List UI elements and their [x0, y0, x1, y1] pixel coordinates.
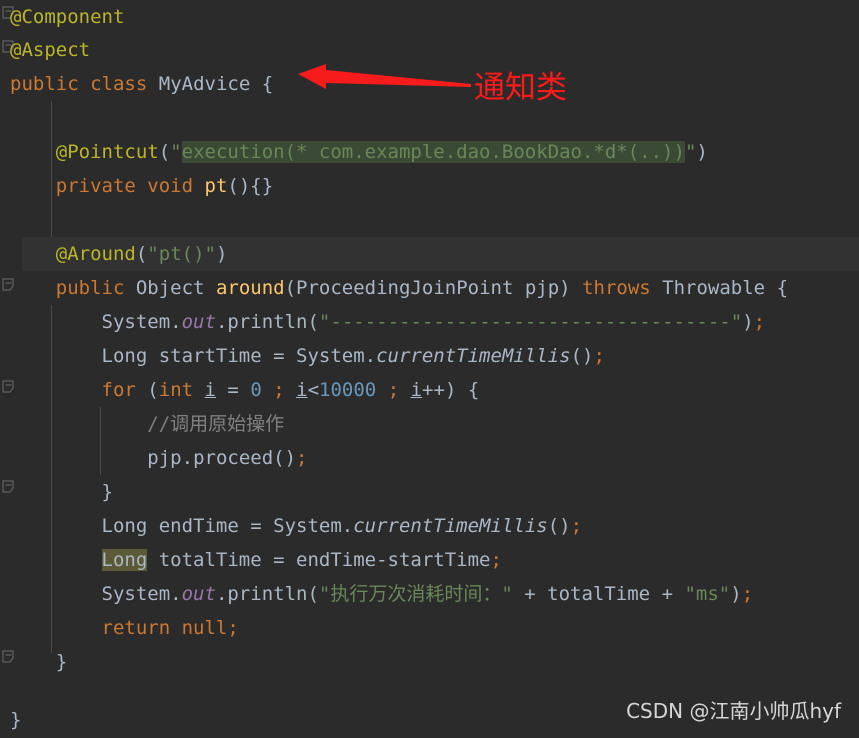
- token-class-system-2: System: [296, 345, 365, 367]
- code-content[interactable]: @Component @Aspect public class MyAdvice…: [0, 0, 859, 738]
- token-num-zero: 0: [250, 379, 262, 401]
- token-annotation-pointcut: @Pointcut: [55, 141, 159, 163]
- token-kw-int: int: [158, 379, 194, 401]
- token-str-elapsed-prefix: 执行万次消耗时间：: [330, 583, 502, 605]
- token-method-around: around: [215, 277, 285, 299]
- code-line-14[interactable]: pjp.proceed();: [10, 441, 859, 475]
- token-var-totaltime-2: totalTime: [547, 583, 651, 605]
- token-annotation-aspect: @Aspect: [10, 39, 91, 61]
- token-class-object: Object: [135, 277, 205, 299]
- token-class-system-1: System: [101, 311, 171, 333]
- token-str-ms: ms: [695, 583, 719, 605]
- code-line-3[interactable]: public class MyAdvice {: [10, 67, 859, 101]
- code-line-17[interactable]: Long totalTime = endTime-startTime;: [10, 543, 859, 577]
- token-around-value: pt(): [158, 243, 205, 265]
- code-line-15[interactable]: }: [10, 475, 859, 509]
- code-line-19[interactable]: return null;: [10, 611, 859, 645]
- token-var-i-3: i: [410, 379, 423, 401]
- code-line-9[interactable]: public Object around(ProceedingJoinPoint…: [10, 271, 859, 305]
- token-kw-return: return: [101, 617, 171, 639]
- code-line-10[interactable]: System.out.println("--------------------…: [10, 305, 859, 339]
- token-method-println-1: println: [227, 311, 308, 333]
- token-var-i-1: i: [204, 379, 216, 401]
- token-class-proceedingjoinpoint: ProceedingJoinPoint: [296, 277, 514, 299]
- token-class-long-2: Long: [101, 515, 148, 537]
- token-method-currenttimemillis-2: currentTimeMillis: [353, 515, 548, 537]
- token-var-totaltime-1: totalTime: [158, 549, 262, 571]
- token-annotation-around: @Around: [55, 243, 136, 265]
- code-line-12[interactable]: for (int i = 0 ; i<10000 ; i++) {: [10, 373, 859, 407]
- token-class-throwable: Throwable: [662, 277, 766, 299]
- token-var-pjp: pjp: [524, 277, 560, 299]
- token-var-endtime: endTime: [158, 515, 239, 537]
- token-class-long-1: Long: [101, 345, 148, 367]
- token-kw-public-2: public: [55, 277, 125, 299]
- token-method-pt: pt: [204, 175, 228, 197]
- annotation-label: 通知类: [474, 70, 567, 106]
- token-field-out-2: out: [181, 583, 216, 605]
- code-line-6[interactable]: private void pt(){}: [10, 169, 859, 203]
- token-kw-public: public: [10, 73, 79, 95]
- token-method-proceed: proceed: [193, 447, 274, 469]
- token-class-system-4: System: [101, 583, 171, 605]
- token-class-long-highlighted: Long: [101, 549, 148, 571]
- token-method-println-2: println: [227, 583, 308, 605]
- token-str-dashes: -----------------------------------: [330, 311, 731, 333]
- code-line-1[interactable]: @Component: [10, 0, 859, 34]
- token-pointcut-expression: execution(* com.example.dao.BookDao.*d*(…: [181, 141, 685, 163]
- csdn-watermark: CSDN @江南小帅瓜hyf: [626, 699, 841, 723]
- token-num-loop-limit: 10000: [319, 379, 377, 401]
- token-var-endtime-2: endTime: [296, 549, 377, 571]
- token-class-myadvice: MyAdvice: [158, 73, 251, 95]
- code-line-13[interactable]: //调用原始操作: [10, 407, 859, 441]
- token-field-out-1: out: [181, 311, 216, 333]
- token-kw-void: void: [147, 175, 194, 197]
- code-line-16[interactable]: Long endTime = System.currentTimeMillis(…: [10, 509, 859, 543]
- code-line-20[interactable]: }: [10, 645, 859, 679]
- code-line-2[interactable]: @Aspect: [10, 33, 859, 67]
- token-kw-class: class: [90, 73, 148, 95]
- token-kw-for: for: [101, 379, 136, 401]
- token-kw-throws: throws: [582, 277, 651, 299]
- code-line-11[interactable]: Long startTime = System.currentTimeMilli…: [10, 339, 859, 373]
- token-var-starttime-2: startTime: [387, 549, 491, 571]
- token-method-currenttimemillis-1: currentTimeMillis: [376, 345, 571, 367]
- token-kw-null: null: [181, 617, 228, 639]
- token-annotation-component: @Component: [10, 6, 125, 28]
- code-editor-screenshot: @Component @Aspect public class MyAdvice…: [0, 0, 859, 738]
- code-line-5[interactable]: @Pointcut("execution(* com.example.dao.B…: [10, 135, 859, 169]
- token-comment-proceed: //调用原始操作: [147, 413, 285, 435]
- token-class-system-3: System: [273, 515, 342, 537]
- token-var-i-2: i: [296, 379, 308, 401]
- token-kw-private: private: [55, 175, 136, 197]
- code-line-8[interactable]: @Around("pt()"): [10, 237, 859, 271]
- token-var-pjp-2: pjp: [147, 447, 182, 469]
- code-line-18[interactable]: System.out.println("执行万次消耗时间：" + totalTi…: [10, 577, 859, 611]
- token-var-starttime: startTime: [158, 345, 262, 367]
